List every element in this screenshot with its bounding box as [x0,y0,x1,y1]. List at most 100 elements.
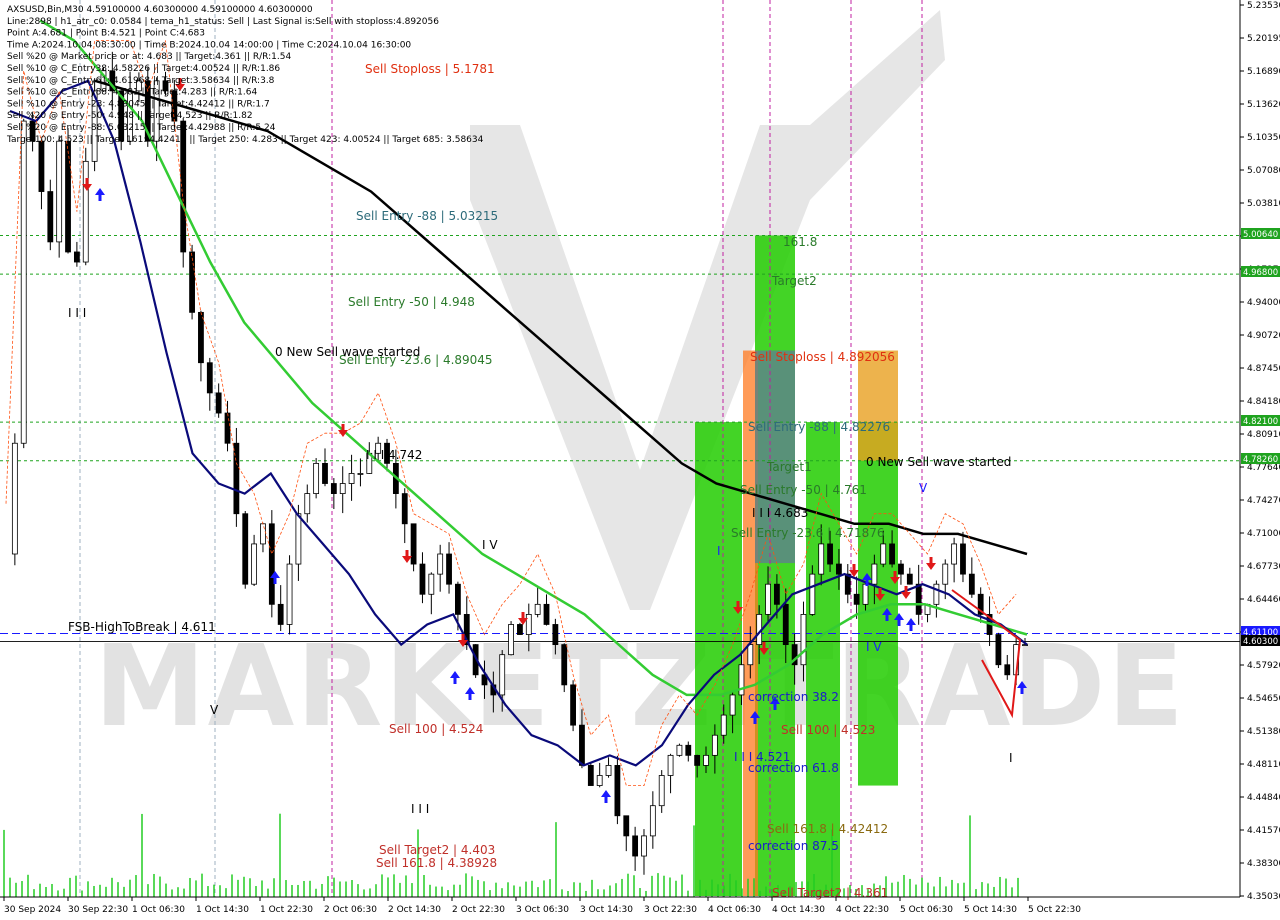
annotation-label: Sell Stoploss | 5.1781 [365,62,495,76]
candle-body [596,775,603,786]
candle-body [782,603,789,646]
annotation-label: Sell Target2 | 4.361 [772,886,888,900]
annotation-label: V [210,703,219,717]
x-tick-label: 3 Oct 14:30 [580,905,633,915]
candle-body [410,523,417,565]
candle-body [552,624,559,646]
annotation-label: correction 38.2 [748,690,839,704]
x-tick-label: 2 Oct 14:30 [388,905,441,915]
y-tick-label: 4.38300 [1247,859,1280,869]
candle-body [800,614,807,666]
candle-body [853,593,860,605]
candle-body [951,543,958,565]
candle-body [836,563,842,575]
annotation-label: I V [866,640,882,654]
annotation-label: Target2 [771,274,817,288]
candle-body [286,563,293,625]
candle-body [38,140,45,192]
candle-body [428,573,435,595]
candle-body [224,412,231,444]
candle-body [313,462,320,494]
y-tick-label: 4.84180 [1247,397,1280,407]
x-tick-label: 4 Oct 14:30 [772,905,825,915]
candle-body [499,654,506,696]
y-tick-label: 4.64460 [1247,595,1280,605]
candle-body [605,765,612,776]
candle-body [277,603,284,625]
candle-body [437,553,444,575]
y-tick-label: 5.16890 [1247,67,1280,77]
candle-body [215,392,222,414]
header-info-line: Sell %10 @ C_Entry88: 4.681 || Target:4.… [7,88,257,98]
y-tick-label: 4.57920 [1247,661,1280,671]
header-info-line: Sell %10 @ Entry -23: 4.89045 || Target:… [7,99,270,109]
candle-body [809,573,816,615]
annotation-label: Sell Entry -88 | 4.82276 [748,420,890,434]
price-label-text: 5.00640 [1243,230,1278,240]
annotation-label: correction 87.5 [748,839,839,853]
y-tick-label: 5.20195 [1247,34,1280,44]
x-tick-label: 4 Oct 22:30 [836,905,889,915]
header-info-line: Point A:4.681 | Point B:4.521 | Point C:… [7,29,205,39]
y-tick-label: 4.94000 [1247,298,1280,308]
price-label-text: 4.82100 [1243,417,1278,427]
candle-body [694,754,701,766]
candle-body [703,754,709,766]
candle-body [889,543,895,565]
x-tick-label: 30 Sep 22:30 [68,905,128,915]
y-tick-label: 5.07080 [1247,166,1280,176]
header-info-line: Sell %20 @ Entry -50: 4.948 || Target:4.… [7,111,253,121]
candle-body [898,563,904,575]
candle-body [260,523,266,545]
x-tick-label: 5 Oct 06:30 [900,905,953,915]
candle-body [685,744,692,756]
candle-body [348,473,355,484]
candle-body [268,523,275,605]
candle-body [649,805,656,837]
candle-body [419,563,426,595]
candle-body [818,543,825,575]
annotation-label: 0 New Sell wave started [275,345,420,359]
y-tick-label: 4.41570 [1247,826,1280,836]
candle-body [614,765,621,817]
zone-5 [858,350,898,461]
candle-body [773,583,780,605]
x-tick-label: 4 Oct 06:30 [708,905,761,915]
candle-body [1004,664,1011,676]
candle-body [295,513,302,565]
candle-body [729,694,736,716]
candle-body [942,563,949,585]
annotation-label: Sell 100 | 4.523 [781,723,875,737]
price-label-text: 4.78260 [1243,455,1278,465]
annotation-label: I I I 4.683 [752,506,808,520]
y-tick-label: 5.10350 [1247,133,1280,143]
y-tick-label: 4.90720 [1247,331,1280,341]
y-tick-label: 4.44840 [1247,793,1280,803]
candle-body [676,744,683,756]
candle-body [570,684,576,726]
header-info-line: Sell %20 @ Entry -88: 5.03215 || Target:… [7,123,276,133]
candle-body [632,835,639,857]
candle-body [995,634,1002,666]
annotation-label: Target1 [766,460,812,474]
candle-body [960,543,966,575]
candle-body [915,583,922,615]
annotation-label: V [919,481,928,495]
candle-body [862,583,869,605]
y-tick-label: 5.13620 [1247,100,1280,110]
candle-body [446,553,452,585]
candle-body [189,251,195,313]
annotation-label: correction 61.8 [748,761,839,775]
y-tick-label: 4.48110 [1247,760,1280,770]
y-tick-label: 4.71000 [1247,529,1280,539]
candle-body [827,543,833,565]
y-tick-label: 4.80910 [1247,430,1280,440]
annotation-label: FSB-HighToBreak | 4.611 [68,620,216,634]
candle-body [543,603,550,625]
candle-body [401,493,408,525]
candle-body [525,614,532,635]
candle-body [330,483,337,494]
x-tick-label: 2 Oct 22:30 [452,905,505,915]
candle-body [56,140,63,243]
chart: MARKETZITRADE Sell Stoploss | 5.1781Sell… [0,0,1280,920]
